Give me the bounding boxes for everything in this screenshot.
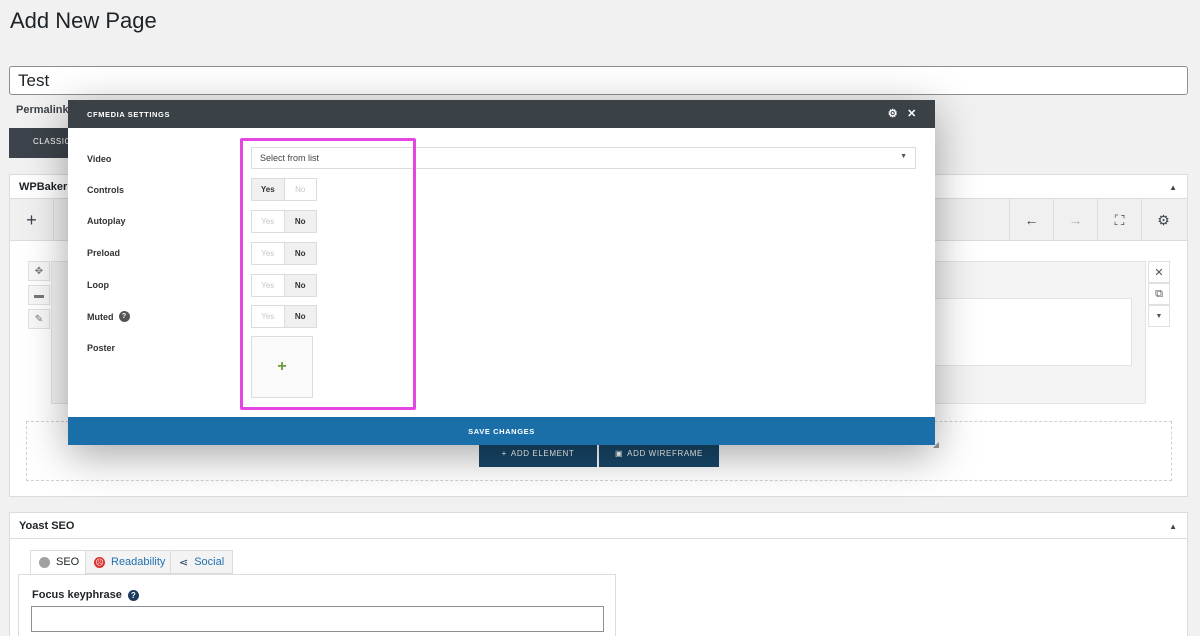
settings-gear-icon[interactable]: ⚙	[1141, 199, 1185, 241]
focus-keyphrase-label: Focus keyphrase ?	[32, 589, 139, 601]
permalink-label: Permalink:	[16, 104, 73, 116]
autoplay-label: Autoplay	[87, 216, 126, 226]
video-label: Video	[87, 154, 112, 164]
help-icon[interactable]: ?	[118, 311, 130, 322]
row-edit-icon[interactable]: ✎	[28, 309, 50, 329]
tab-seo[interactable]: SEO	[30, 550, 89, 574]
page-title: Add New Page	[10, 8, 157, 33]
tab-social[interactable]: ⋖ Social	[170, 550, 234, 574]
yoast-title: Yoast SEO	[19, 520, 75, 532]
row-layout-icon[interactable]: ▬	[28, 285, 50, 305]
resize-handle-icon[interactable]: ◢	[933, 440, 939, 449]
close-icon[interactable]: ✕	[907, 107, 917, 120]
plus-icon: +	[501, 448, 507, 458]
row-delete-icon[interactable]: ✕	[1148, 261, 1170, 283]
cfmedia-settings-modal: CFMEDIA SETTINGS ⚙ ✕ Video Select from l…	[68, 100, 939, 449]
modal-header: CFMEDIA SETTINGS ⚙ ✕	[68, 100, 935, 128]
tab-readability[interactable]: ☹ Readability	[85, 550, 175, 574]
highlight-annotation	[240, 138, 416, 410]
fullscreen-icon[interactable]: ⛶	[1097, 199, 1141, 241]
post-title-input[interactable]	[9, 66, 1188, 95]
redo-icon[interactable]: →	[1053, 199, 1097, 241]
modal-title: CFMEDIA SETTINGS	[87, 109, 171, 119]
sad-face-icon: ☹	[94, 556, 105, 568]
poster-label: Poster	[87, 343, 116, 353]
gear-icon[interactable]: ⚙	[888, 107, 898, 120]
row-move-icon[interactable]: ✥	[28, 261, 50, 281]
collapse-arrow-icon[interactable]: ▲	[1169, 183, 1177, 192]
preload-label: Preload	[87, 248, 121, 258]
chevron-down-icon: ▼	[900, 153, 907, 160]
add-element-plus-icon[interactable]: +	[10, 199, 54, 241]
save-changes-button[interactable]: SAVE CHANGES	[68, 417, 935, 445]
yoast-header[interactable]: Yoast SEO ▲	[10, 513, 1187, 539]
wpbakery-title: WPBaker	[19, 181, 68, 193]
help-icon[interactable]: ?	[127, 589, 139, 601]
seo-score-icon	[39, 556, 50, 568]
muted-label: Muted ?	[87, 311, 130, 322]
yoast-collapse-arrow-icon[interactable]: ▲	[1169, 522, 1177, 531]
focus-keyphrase-input[interactable]	[31, 606, 604, 632]
controls-label: Controls	[87, 185, 124, 195]
loop-label: Loop	[87, 280, 109, 290]
undo-icon[interactable]: ←	[1009, 199, 1053, 241]
row-toggle-icon[interactable]: ▼	[1148, 305, 1170, 327]
row-clone-icon[interactable]: ⧉	[1148, 283, 1170, 305]
share-icon: ⋖	[179, 556, 189, 569]
wireframe-icon: ▣	[615, 448, 624, 458]
